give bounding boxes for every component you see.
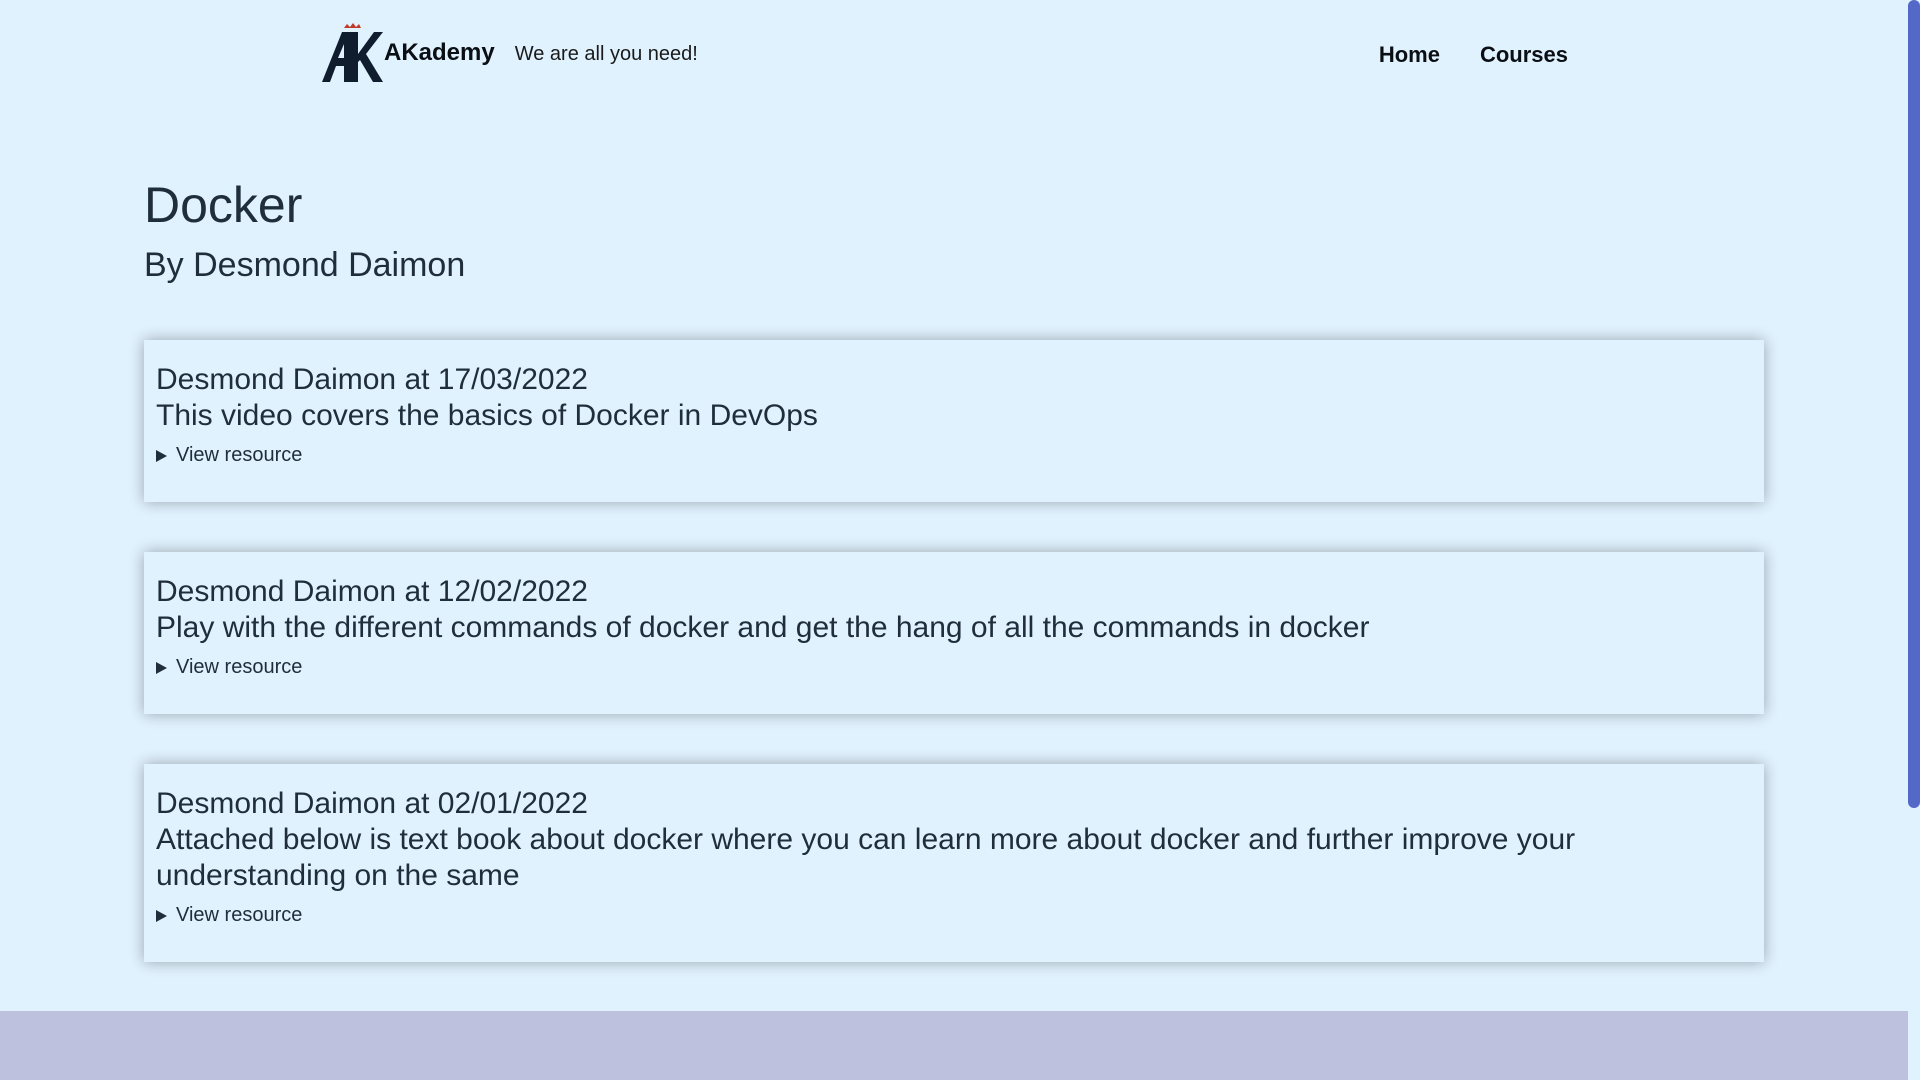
disclosure-triangle-icon [156, 909, 167, 922]
resource-meta: Desmond Daimon at 12/02/2022 [156, 575, 588, 608]
page-title: Docker [144, 177, 303, 233]
view-resource-label: View resource [176, 656, 303, 678]
view-resource-label: View resource [176, 904, 303, 926]
course-author: By Desmond Daimon [144, 246, 466, 284]
resource-card: Desmond Daimon at 12/02/2022 Play with t… [144, 552, 1764, 714]
site-header: AKademy We are all you need! Home Course… [0, 0, 1908, 116]
resource-meta: Desmond Daimon at 17/03/2022 [156, 363, 588, 396]
disclosure-triangle-icon [156, 661, 167, 674]
resource-meta: Desmond Daimon at 02/01/2022 [156, 787, 588, 820]
site-footer [0, 1011, 1908, 1080]
resource-description: This video covers the basics of Docker i… [156, 399, 818, 432]
view-resource-label: View resource [176, 444, 303, 466]
scrollbar-thumb[interactable] [1908, 0, 1920, 808]
view-resource-toggle[interactable]: View resource [156, 444, 1752, 467]
akademy-logo-icon [320, 22, 384, 84]
main-nav: Home Courses [1379, 42, 1568, 68]
disclosure-triangle-icon [156, 449, 167, 462]
view-resource-toggle[interactable]: View resource [156, 904, 1752, 927]
resource-description: Play with the different commands of dock… [156, 611, 1370, 644]
tagline: We are all you need! [514, 42, 698, 65]
resource-description: Attached below is text book about docker… [156, 823, 1576, 892]
view-resource-toggle[interactable]: View resource [156, 656, 1752, 679]
vertical-scrollbar[interactable] [1908, 0, 1920, 1080]
resource-card: Desmond Daimon at 02/01/2022 Attached be… [144, 764, 1764, 962]
brand[interactable]: AKademy We are all you need! [320, 20, 698, 86]
resource-card: Desmond Daimon at 17/03/2022 This video … [144, 340, 1764, 502]
nav-courses-link[interactable]: Courses [1480, 42, 1568, 68]
nav-home-link[interactable]: Home [1379, 42, 1440, 68]
page: AKademy We are all you need! Home Course… [0, 0, 1920, 1080]
brand-name: AKademy [384, 39, 495, 66]
